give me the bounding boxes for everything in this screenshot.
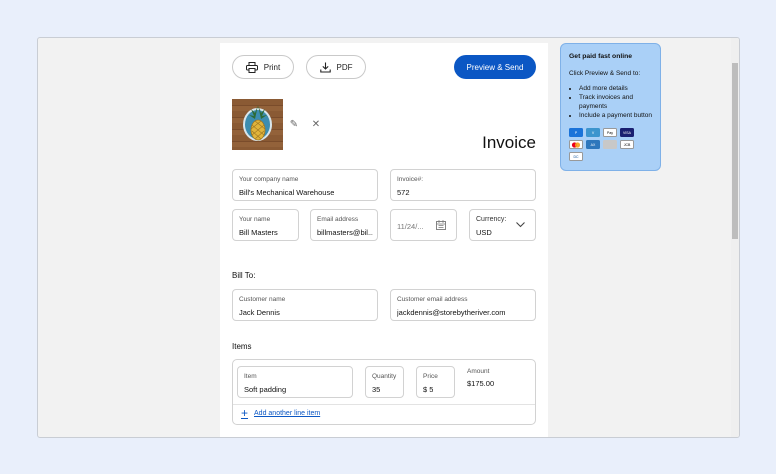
item-label: Item [244, 373, 257, 380]
currency-value: USD [476, 228, 492, 237]
company-name-field[interactable]: Your company name Bill's Mechanical Ware… [232, 169, 378, 201]
pdf-label: PDF [336, 62, 353, 72]
scrollbar[interactable] [731, 38, 739, 437]
email-value: billmasters@bil... [317, 228, 373, 237]
scrollbar-thumb[interactable] [732, 63, 738, 239]
your-name-label: Your name [239, 216, 271, 223]
tip-intro: Click Preview & Send to: [569, 70, 641, 77]
invoice-paper: Print PDF Preview & Send ✎ ✕ Invoice You… [220, 43, 548, 437]
pineapple-icon [249, 105, 267, 141]
invoice-number-label: Invoice#: [397, 176, 424, 183]
quantity-value: 35 [372, 385, 381, 394]
amex-icon: AX [586, 140, 600, 149]
customer-email-label: Customer email address [397, 296, 468, 303]
invoice-title: Invoice [482, 133, 536, 152]
company-name-value: Bill's Mechanical Warehouse [239, 188, 335, 197]
customer-email-value: jackdennis@storebytheriver.com [397, 308, 506, 317]
tip-title: Get paid fast online [569, 53, 633, 60]
invoice-number-value: 572 [397, 188, 410, 197]
apple-pay-icon: Pay [603, 128, 617, 137]
download-icon [319, 62, 331, 73]
plus-icon: + [241, 406, 249, 420]
date-field[interactable]: 11/24/... [390, 209, 457, 241]
add-line-item-button[interactable]: + Add another line item [241, 406, 321, 420]
jcb-icon: JCB [620, 140, 634, 149]
price-label: Price [423, 373, 438, 380]
customer-name-value: Jack Dennis [239, 308, 280, 317]
your-name-value: Bill Masters [239, 228, 278, 237]
customer-email-field[interactable]: Customer email address jackdennis@storeb… [390, 289, 536, 321]
print-button[interactable]: Print [232, 55, 294, 79]
mastercard-icon [569, 140, 583, 149]
tip-bullet: Track invoices and payments [579, 93, 652, 111]
tip-list: Add more details Track invoices and paym… [569, 84, 652, 120]
quantity-label: Quantity [372, 373, 397, 380]
edit-icon[interactable]: ✎ [289, 120, 299, 130]
payment-methods: P V Pay VISA AX JCB DC [569, 128, 649, 161]
bank-icon [603, 140, 617, 149]
company-logo[interactable] [232, 99, 283, 150]
visa-icon: VISA [620, 128, 634, 137]
amount-label: Amount [467, 368, 490, 375]
amount-value: $175.00 [467, 379, 495, 388]
bill-to-heading: Bill To: [232, 271, 256, 280]
chevron-down-icon [516, 222, 525, 228]
venmo-icon: V [586, 128, 600, 137]
tip-bullet: Include a payment button [579, 111, 652, 120]
date-value: 11/24/... [397, 222, 424, 231]
calendar-icon [436, 220, 446, 230]
currency-label: Currency: [476, 216, 507, 223]
items-heading: Items [232, 342, 252, 351]
currency-select[interactable]: Currency: USD [469, 209, 536, 241]
email-field[interactable]: Email address billmasters@bil... [310, 209, 378, 241]
quantity-field[interactable]: Quantity 35 [365, 366, 404, 398]
diners-icon: DC [569, 152, 583, 161]
get-paid-tip: Get paid fast online Click Preview & Sen… [560, 43, 661, 171]
pdf-button[interactable]: PDF [306, 55, 366, 79]
customer-name-field[interactable]: Customer name Jack Dennis [232, 289, 378, 321]
paypal-icon: P [569, 128, 583, 137]
line-item-row: Item Soft padding Quantity 35 Price $ 5 … [232, 359, 536, 425]
close-icon[interactable]: ✕ [311, 120, 321, 130]
price-field[interactable]: Price $ 5 [416, 366, 455, 398]
tip-bullet: Add more details [579, 84, 652, 93]
invoice-number-field[interactable]: Invoice#: 572 [390, 169, 536, 201]
your-name-field[interactable]: Your name Bill Masters [232, 209, 299, 241]
item-value: Soft padding [244, 385, 287, 394]
company-name-label: Your company name [239, 176, 299, 183]
price-value: $ 5 [423, 385, 434, 394]
item-field[interactable]: Item Soft padding [237, 366, 353, 398]
browser-frame: Print PDF Preview & Send ✎ ✕ Invoice You… [37, 37, 740, 438]
preview-send-button[interactable]: Preview & Send [454, 55, 536, 79]
add-line-item-label: Add another line item [254, 409, 321, 417]
customer-name-label: Customer name [239, 296, 286, 303]
email-label: Email address [317, 216, 359, 223]
printer-icon [245, 61, 258, 73]
print-label: Print [263, 62, 281, 72]
items-divider [233, 404, 535, 405]
